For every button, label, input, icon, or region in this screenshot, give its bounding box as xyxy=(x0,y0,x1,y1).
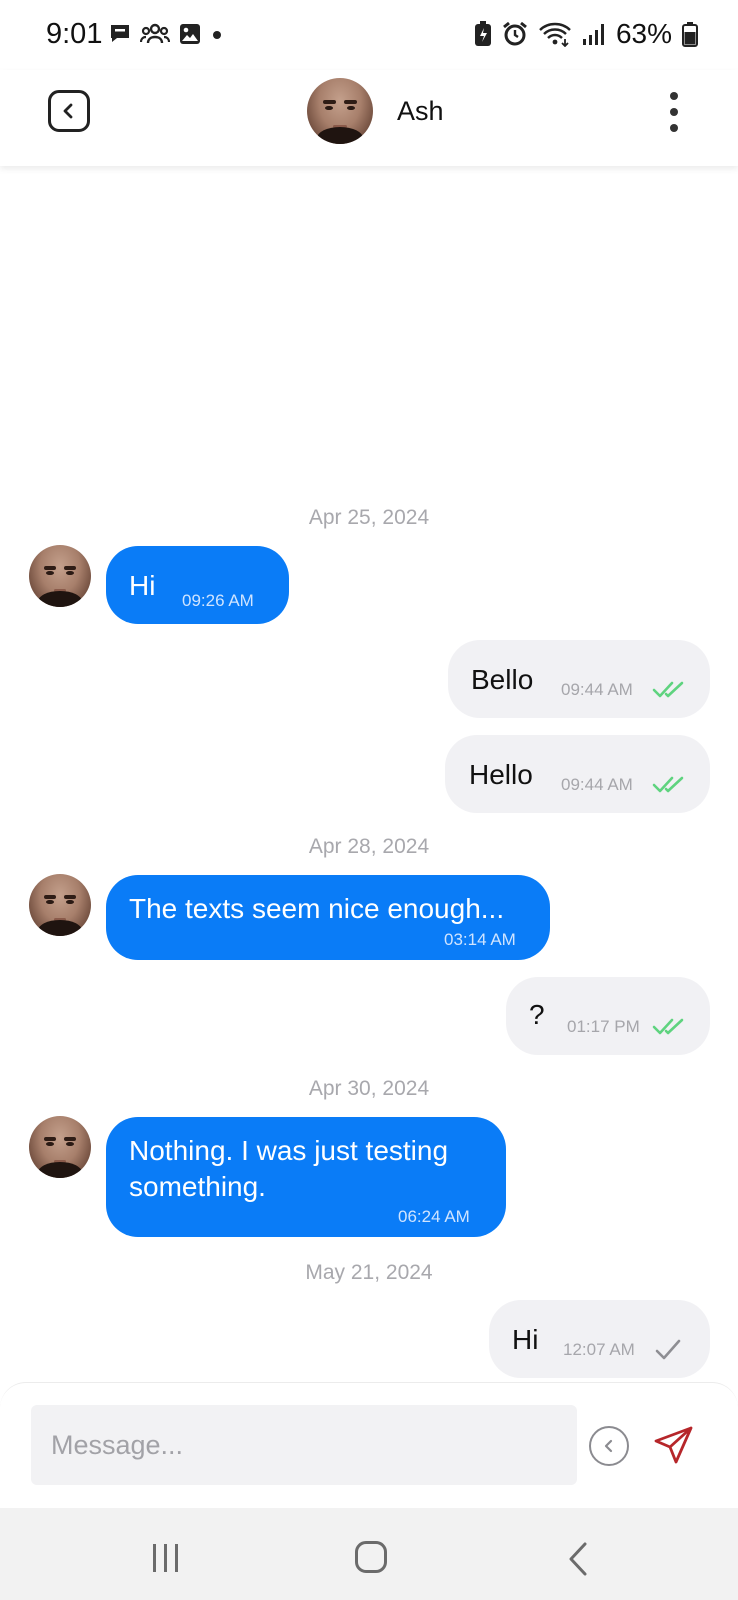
date-separator: Apr 28, 2024 xyxy=(308,835,430,858)
message-text: The texts seem nice enough... xyxy=(129,893,505,924)
more-options-icon[interactable] xyxy=(664,92,684,132)
message-composer xyxy=(0,1382,738,1508)
status-time: 9:01 xyxy=(46,18,103,50)
chat-header: Ash xyxy=(0,70,738,166)
collapse-button[interactable] xyxy=(589,1426,629,1466)
double-check-icon xyxy=(652,681,684,698)
message-time: 09:26 AM xyxy=(182,591,254,610)
dot-icon xyxy=(213,31,221,39)
message-bubble-incoming[interactable]: The texts seem nice enough... 03:14 AM xyxy=(106,875,550,960)
message-bubble-outgoing[interactable]: Hello 09:44 AM xyxy=(445,735,710,813)
wifi-icon xyxy=(539,22,571,47)
group-icon xyxy=(140,23,170,44)
battery-icon xyxy=(682,22,698,47)
message-bubble-outgoing[interactable]: ? 01:17 PM xyxy=(506,977,710,1055)
message-input[interactable] xyxy=(31,1405,577,1485)
battery-percent: 63% xyxy=(615,18,672,49)
contact-name[interactable]: Ash xyxy=(397,96,444,127)
message-time: 09:44 AM xyxy=(561,680,633,699)
double-check-icon xyxy=(652,1018,684,1035)
message-bubble-incoming[interactable]: Nothing. I was just testing something. 0… xyxy=(106,1117,506,1237)
sender-avatar[interactable] xyxy=(29,1116,91,1178)
recent-apps-icon[interactable] xyxy=(151,1542,181,1574)
image-icon xyxy=(180,24,200,44)
chat-icon xyxy=(111,25,129,42)
double-check-icon xyxy=(652,776,684,793)
signal-icon xyxy=(582,24,604,45)
chevron-left-icon xyxy=(63,103,73,119)
message-time: 01:17 PM xyxy=(567,1017,640,1036)
date-separator: May 21, 2024 xyxy=(305,1261,433,1284)
system-nav-bar xyxy=(0,1508,738,1600)
battery-saver-icon xyxy=(474,21,491,46)
home-icon[interactable] xyxy=(355,1541,387,1573)
message-bubble-outgoing[interactable]: Hi 12:07 AM xyxy=(489,1300,710,1378)
message-time: 09:44 AM xyxy=(561,775,633,794)
message-text: Nothing. I was just testing xyxy=(129,1135,449,1166)
message-text: Hi xyxy=(129,570,156,601)
send-icon xyxy=(654,1426,693,1464)
chevron-left-icon xyxy=(604,1439,613,1453)
status-bar: 9:01 63% xyxy=(0,0,738,70)
message-bubble-outgoing[interactable]: Bello 09:44 AM xyxy=(448,640,710,718)
message-text: Hello xyxy=(469,759,533,790)
message-bubble-incoming[interactable]: Hi 09:26 AM xyxy=(106,546,289,624)
message-time: 06:24 AM xyxy=(398,1207,470,1226)
send-button[interactable] xyxy=(652,1423,696,1467)
contact-avatar[interactable] xyxy=(307,78,373,144)
date-separator: Apr 30, 2024 xyxy=(308,1077,430,1100)
date-separator: Apr 25, 2024 xyxy=(308,506,430,529)
back-button[interactable] xyxy=(48,90,90,132)
message-text: Hi xyxy=(512,1324,539,1355)
sender-avatar[interactable] xyxy=(29,545,91,607)
message-text-line2: something. xyxy=(129,1171,266,1202)
message-time: 12:07 AM xyxy=(563,1340,635,1359)
message-text: ? xyxy=(529,999,545,1030)
back-nav-icon[interactable] xyxy=(566,1541,590,1577)
message-text: Bello xyxy=(471,664,534,695)
check-icon xyxy=(655,1339,681,1360)
message-time: 03:14 AM xyxy=(444,930,516,949)
sender-avatar[interactable] xyxy=(29,874,91,936)
alarm-icon xyxy=(503,21,527,46)
